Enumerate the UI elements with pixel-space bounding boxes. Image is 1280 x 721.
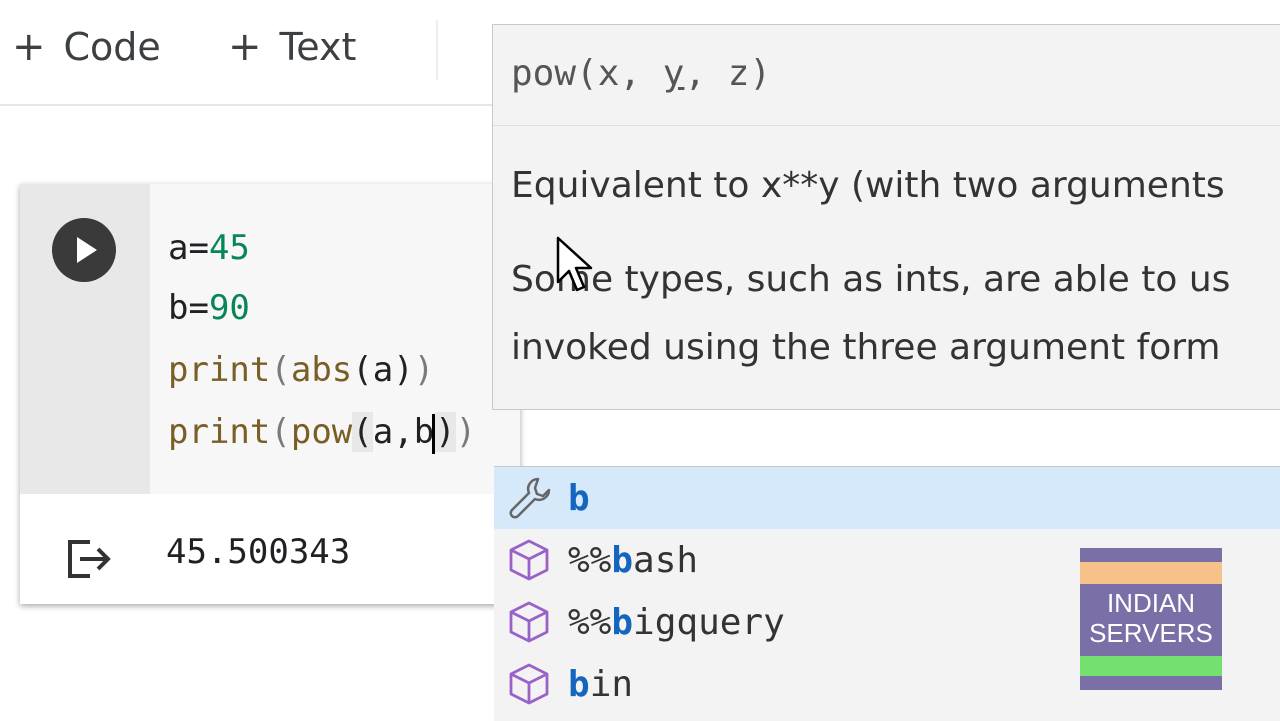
signature-help-popup: pow(x, y, z) Equivalent to x**y (with tw… xyxy=(492,24,1280,410)
cube-icon xyxy=(509,539,549,581)
completion-label: bin xyxy=(568,663,634,705)
completion-label: b xyxy=(568,477,590,519)
toolbar-divider xyxy=(436,20,438,80)
add-text-label: Text xyxy=(279,25,357,69)
completion-label: %%bash xyxy=(568,539,699,581)
add-code-button[interactable]: + Code xyxy=(12,22,161,72)
logo-text-line-2: SERVERS xyxy=(1089,618,1213,648)
output-icon[interactable] xyxy=(64,534,112,582)
wrench-icon xyxy=(509,477,551,519)
completion-label: %%bigquery xyxy=(568,601,785,643)
mouse-pointer-icon xyxy=(556,236,593,292)
add-code-label: Code xyxy=(63,25,161,69)
code-editor[interactable]: a=45 b=90 print(abs(a)) print(pow(a,b)) xyxy=(150,184,520,494)
completion-item-b[interactable]: b xyxy=(494,467,1280,529)
code-line-2: b=90 xyxy=(168,288,250,328)
doc-line-1: Equivalent to x**y (with two arguments xyxy=(511,165,1225,206)
cube-icon xyxy=(509,663,549,705)
function-signature: pow(x, y, z) xyxy=(511,53,772,94)
cube-icon xyxy=(509,601,549,643)
doc-line-3: invoked using the three argument form xyxy=(511,327,1221,368)
signature-header: pow(x, y, z) xyxy=(493,25,1280,126)
doc-line-2: Some types, such as ints, are able to us xyxy=(511,259,1231,300)
indian-servers-logo: INDIAN SERVERS xyxy=(1080,548,1222,690)
code-line-4: print(pow(a,b)) xyxy=(168,412,477,454)
cell-output: 45.500343 xyxy=(20,494,520,604)
code-line-3: print(abs(a)) xyxy=(168,350,435,390)
run-cell-button[interactable] xyxy=(52,218,116,282)
logo-text-line-1: INDIAN xyxy=(1106,588,1196,618)
plus-icon: + xyxy=(12,24,46,70)
code-cell: a=45 b=90 print(abs(a)) print(pow(a,b)) … xyxy=(20,184,520,604)
plus-icon: + xyxy=(228,24,262,70)
code-line-1: a=45 xyxy=(168,228,250,268)
cell-gutter xyxy=(20,184,150,494)
output-text: 45.500343 xyxy=(166,532,351,572)
add-text-button[interactable]: + Text xyxy=(228,22,356,72)
